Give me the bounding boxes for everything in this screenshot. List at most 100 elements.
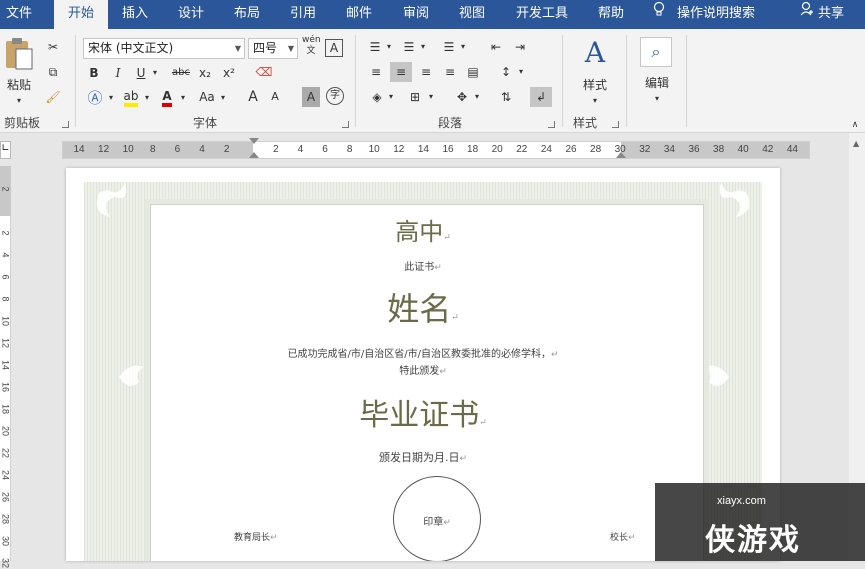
ruler-number: 10 xyxy=(122,144,134,155)
shrink-font-button[interactable]: A xyxy=(266,87,284,107)
tab-file[interactable]: 文件 xyxy=(0,0,38,29)
right-indent-marker[interactable] xyxy=(616,152,626,158)
numbering-icon[interactable]: ☰ xyxy=(400,37,418,57)
school-text: 高中 xyxy=(395,218,444,246)
character-shading-button[interactable]: A xyxy=(302,87,320,107)
issue-date[interactable]: 颁发日期为月.日↵ xyxy=(66,449,780,465)
tab-layout[interactable]: 布局 xyxy=(224,0,270,29)
font-launcher[interactable] xyxy=(342,121,349,128)
hanging-indent-marker[interactable] xyxy=(249,152,259,158)
bullets-icon[interactable]: ☰ xyxy=(366,37,384,57)
cut-icon[interactable]: ✂ xyxy=(44,37,62,57)
paste-button[interactable]: 粘贴 ▾ xyxy=(2,35,36,105)
distributed-icon[interactable]: ▤ xyxy=(463,62,483,82)
styles-launcher[interactable] xyxy=(612,121,619,128)
decrease-indent-icon[interactable]: ⇤ xyxy=(486,37,506,57)
ruler-number: 16 xyxy=(442,144,454,155)
shading-icon[interactable]: ◈ xyxy=(366,87,388,107)
character-border-button[interactable]: A xyxy=(325,39,343,57)
bold-button[interactable]: B xyxy=(86,63,102,83)
group-divider xyxy=(686,35,687,127)
grow-font-button[interactable]: A xyxy=(244,87,262,107)
chevron-down-icon[interactable]: ▾ xyxy=(218,88,228,108)
chevron-down-icon[interactable]: ▾ xyxy=(142,88,152,108)
multilevel-list-icon[interactable]: ☰ xyxy=(440,37,458,57)
ruler-number: 42 xyxy=(762,144,774,155)
title-text: 毕业证书 xyxy=(359,398,480,433)
tab-developer[interactable]: 开发工具 xyxy=(509,0,575,29)
certificate-title[interactable]: 毕业证书↵ xyxy=(66,390,780,434)
tab-insert[interactable]: 插入 xyxy=(112,0,158,29)
tab-help[interactable]: 帮助 xyxy=(588,0,634,29)
seal-circle[interactable]: 印章↵ xyxy=(393,476,481,561)
body-line-1[interactable]: 已成功完成省/市/自治区省/市/自治区教委批准的必修学科，↵ xyxy=(66,345,780,360)
underline-button[interactable]: U xyxy=(134,63,148,83)
share-button[interactable]: 共享 xyxy=(800,0,844,29)
paragraph-launcher[interactable] xyxy=(548,121,555,128)
copy-icon[interactable]: ⧉ xyxy=(44,62,62,82)
chevron-down-icon[interactable]: ▾ xyxy=(458,37,468,57)
education-director-sign[interactable]: 教育局长↵ xyxy=(234,530,278,543)
body-line-2[interactable]: 特此颁发↵ xyxy=(66,362,780,377)
superscript-button[interactable]: x² xyxy=(220,63,238,83)
clipboard-launcher[interactable] xyxy=(62,121,69,128)
chevron-down-icon[interactable]: ▾ xyxy=(106,88,116,108)
highlight-icon[interactable]: ab xyxy=(122,86,140,107)
tab-references[interactable]: 引用 xyxy=(280,0,326,29)
horizontal-ruler[interactable]: 14 12 10 8 6 4 2 2 4 6 8 10 12 14 16 18 20 22 24 26 28 30 32 34… xyxy=(62,138,810,159)
enclose-characters-button[interactable]: 字 xyxy=(326,87,344,105)
tab-selector[interactable]: ∟ xyxy=(0,141,11,159)
clear-formatting-icon[interactable]: ⌫ xyxy=(255,62,273,82)
clipboard-group-label: 剪贴板 xyxy=(3,116,40,130)
strikethrough-button[interactable]: abc xyxy=(168,63,194,83)
justify-icon[interactable]: ≡ xyxy=(440,62,460,82)
scroll-up-icon[interactable]: ▲ xyxy=(853,139,859,148)
recipient-name[interactable]: 姓名↵ xyxy=(66,284,780,330)
align-center-icon[interactable]: ≡ xyxy=(390,62,412,82)
tell-me-search[interactable]: 操作说明搜索 xyxy=(653,0,755,29)
font-size-combo[interactable]: 四号 ▼ xyxy=(248,38,298,59)
change-case-button[interactable]: Aa xyxy=(196,87,218,107)
vertical-ruler-number: 22 xyxy=(0,447,11,458)
chevron-down-icon[interactable]: ▾ xyxy=(472,87,482,107)
text-effects-icon[interactable]: Ⓐ xyxy=(84,88,106,108)
subscript-button[interactable]: x₂ xyxy=(196,63,214,83)
editing-button[interactable]: ⌕ 编辑 ▾ xyxy=(636,37,678,107)
sort-icon[interactable]: ⇅ xyxy=(496,87,516,107)
ruler-number: 6 xyxy=(322,144,328,155)
align-left-icon[interactable]: ≡ xyxy=(366,62,386,82)
first-line-indent-marker[interactable] xyxy=(249,138,259,144)
ruler-number: 26 xyxy=(565,144,577,155)
certificate-subtitle[interactable]: 此证书↵ xyxy=(66,258,780,273)
line-spacing-icon[interactable]: ↕ xyxy=(496,62,516,82)
show-marks-icon[interactable]: ↲ xyxy=(530,87,552,107)
vertical-ruler-number: 12 xyxy=(0,337,11,348)
font-name-combo[interactable]: 宋体 (中文正文) ▼ xyxy=(83,38,245,59)
borders-icon[interactable]: ⊞ xyxy=(406,87,424,107)
tab-home[interactable]: 开始 xyxy=(54,0,108,29)
increase-indent-icon[interactable]: ⇥ xyxy=(510,37,530,57)
phonetic-guide-button[interactable]: wén 文 xyxy=(302,35,321,59)
tab-review[interactable]: 审阅 xyxy=(393,0,439,29)
align-right-icon[interactable]: ≡ xyxy=(416,62,436,82)
tab-design[interactable]: 设计 xyxy=(168,0,214,29)
chinese-layout-icon[interactable]: ✥ xyxy=(452,87,472,107)
chevron-down-icon[interactable]: ▾ xyxy=(516,62,526,82)
school-heading[interactable]: 高中↵ xyxy=(66,212,780,247)
format-painter-icon[interactable]: 🖌 xyxy=(44,87,62,107)
chevron-down-icon[interactable]: ▾ xyxy=(426,87,436,107)
paragraph-mark: ↵ xyxy=(439,367,447,377)
tab-mailings[interactable]: 邮件 xyxy=(336,0,382,29)
styles-button[interactable]: A 样式 ▾ xyxy=(572,37,618,107)
collapse-ribbon-icon[interactable]: ∧ xyxy=(848,115,862,135)
chevron-down-icon[interactable]: ▾ xyxy=(418,37,428,57)
italic-button[interactable]: I xyxy=(110,63,126,83)
principal-sign[interactable]: 校长↵ xyxy=(610,530,636,543)
font-color-icon[interactable]: A xyxy=(158,86,176,107)
chevron-down-icon[interactable]: ▾ xyxy=(386,87,396,107)
chevron-down-icon[interactable]: ▾ xyxy=(150,63,160,83)
tab-view[interactable]: 视图 xyxy=(449,0,495,29)
chevron-down-icon[interactable]: ▾ xyxy=(384,37,394,57)
chevron-down-icon[interactable]: ▾ xyxy=(178,88,188,108)
vertical-ruler[interactable]: 2 2 4 6 8 10 12 14 16 18 20 22 24 26 28 30 32 xyxy=(0,166,11,568)
